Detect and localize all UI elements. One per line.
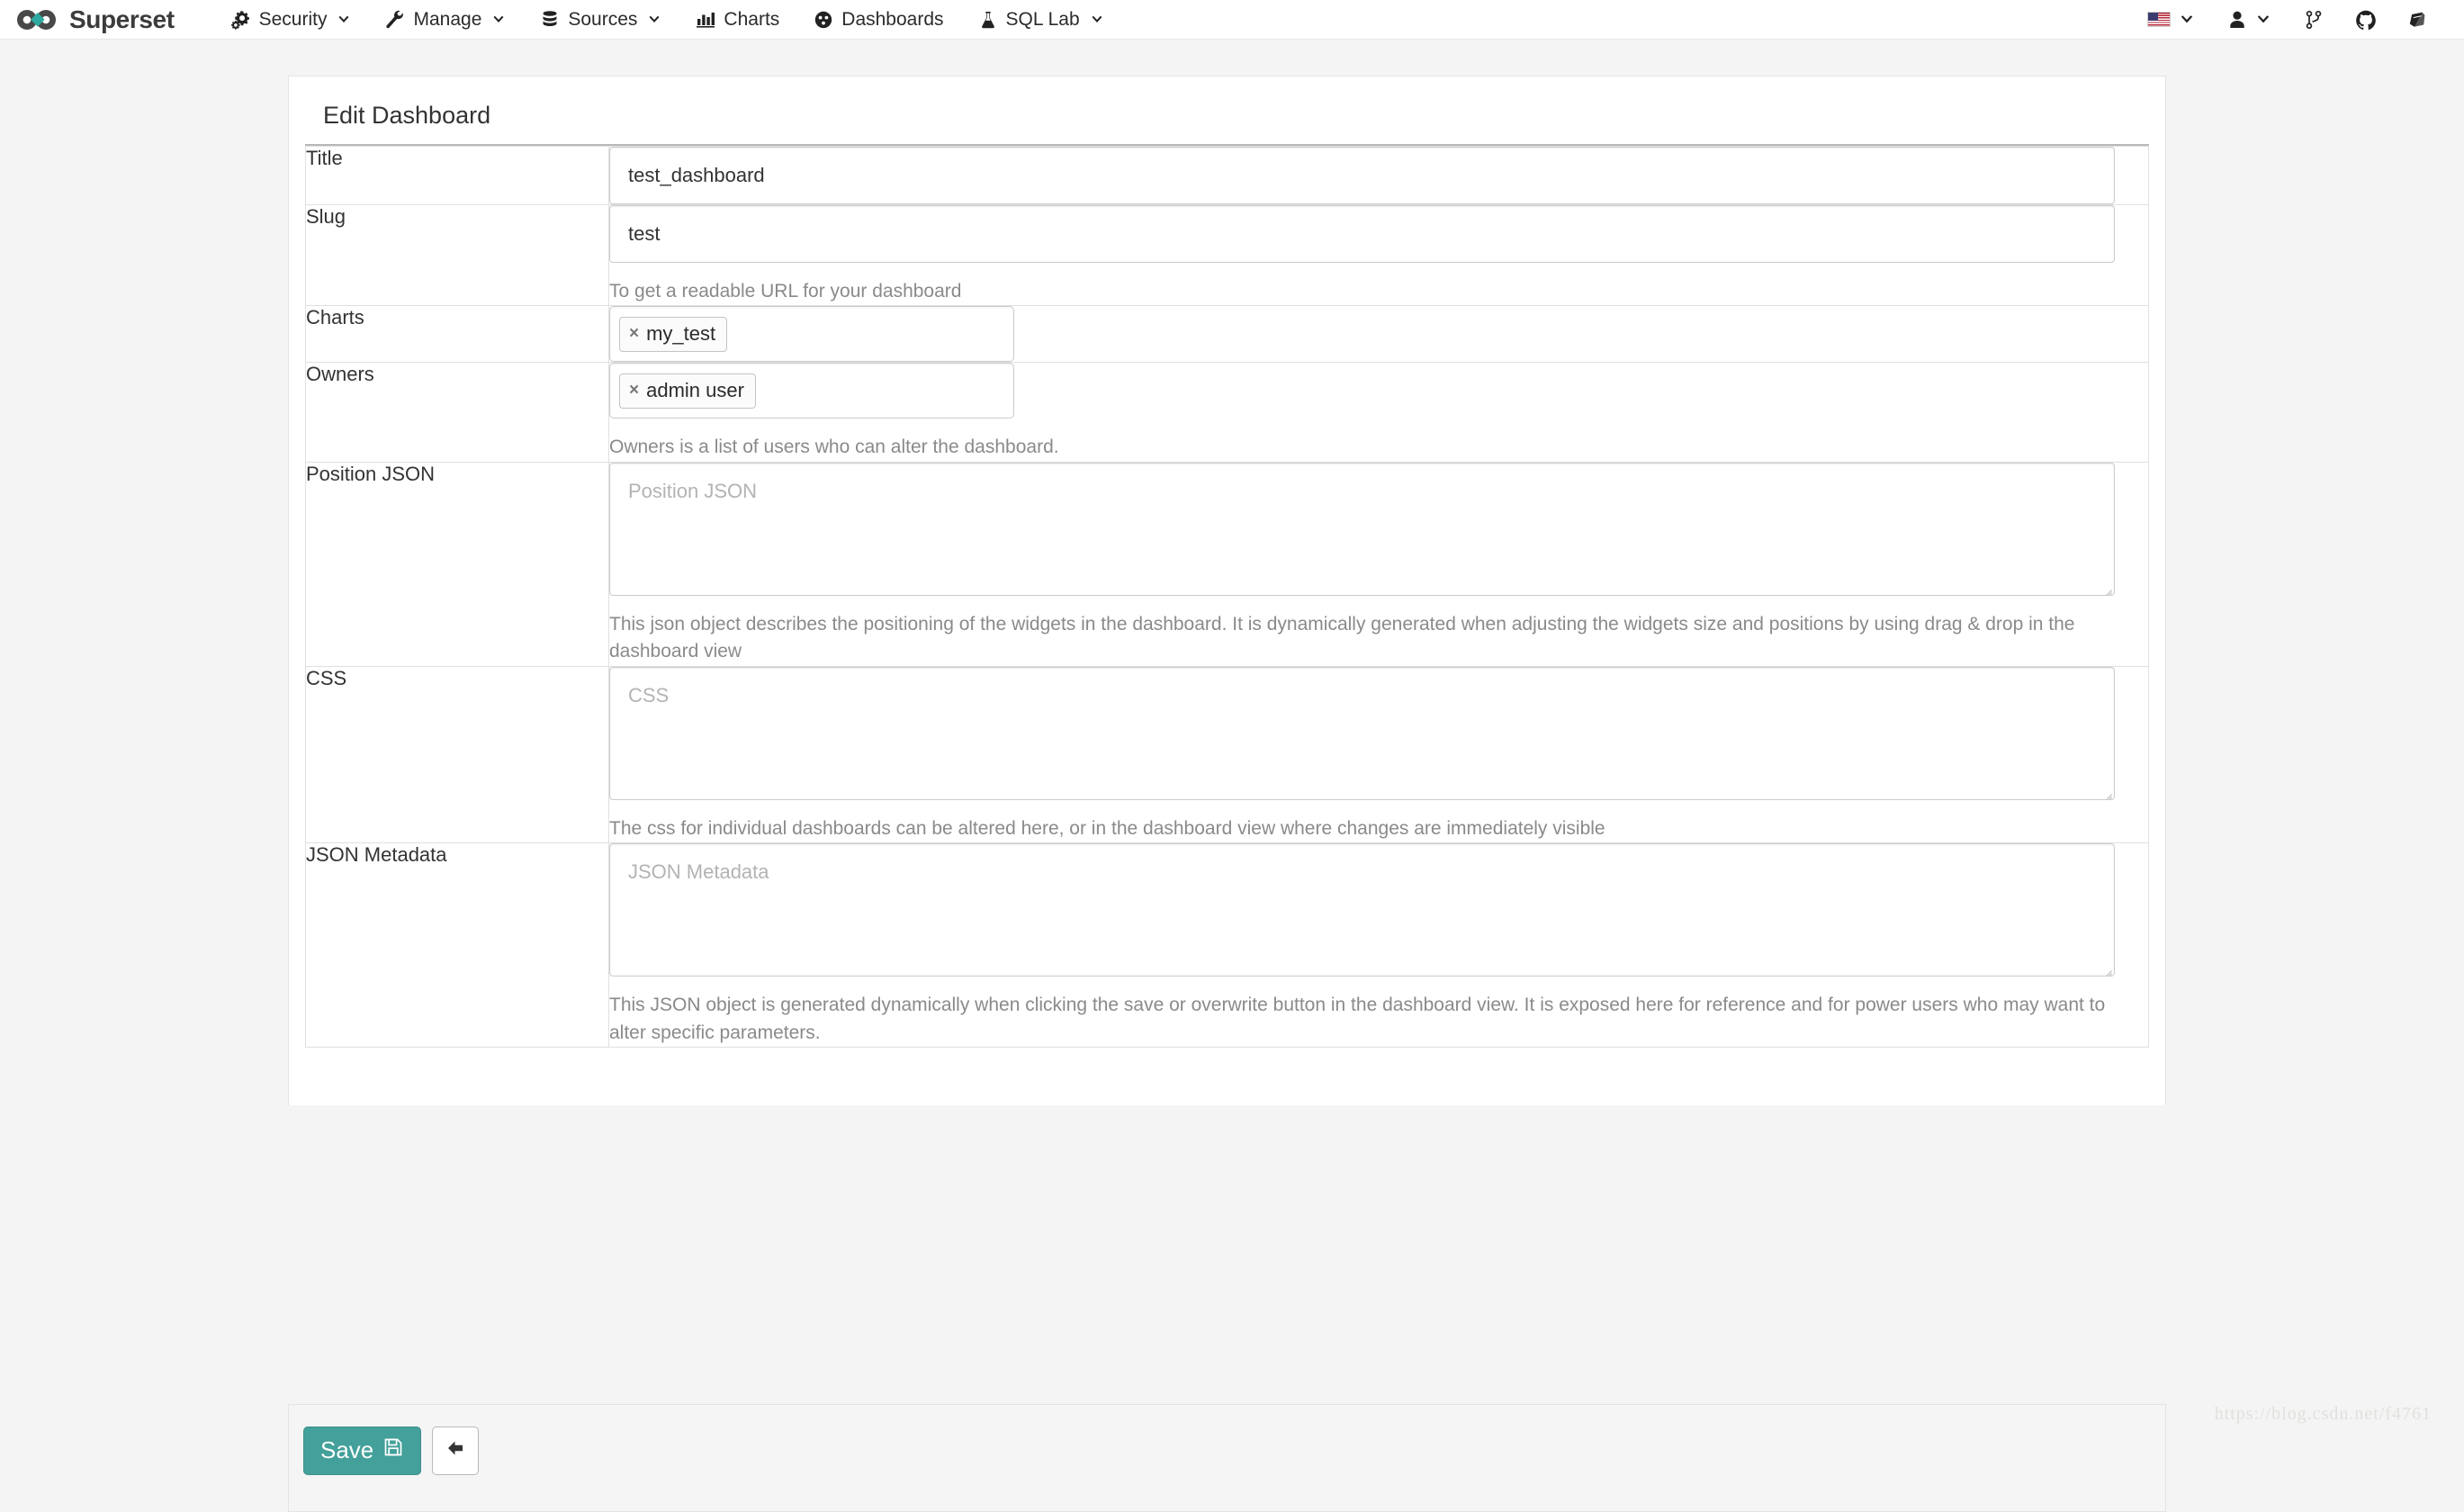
github-icon [2356, 10, 2376, 30]
chevron-down-icon [337, 13, 351, 27]
slug-help-text: To get a readable URL for your dashboard [609, 281, 962, 302]
form-label-css: CSS [305, 666, 609, 843]
nav-item-manage[interactable]: Manage [368, 0, 523, 40]
nav-item-sources[interactable]: Sources [523, 0, 679, 40]
top-navbar: Superset Security Manage Sources Charts … [0, 0, 2464, 40]
charts-select[interactable]: × my_test [609, 306, 1014, 363]
nav-item-security[interactable]: Security [214, 0, 369, 40]
chevron-down-icon [2179, 12, 2195, 28]
owners-help-text: Owners is a list of users who can alter … [609, 436, 1059, 458]
title-input[interactable] [609, 147, 2115, 204]
language-selector[interactable] [2131, 0, 2211, 40]
dashboard-icon [814, 10, 833, 30]
floppy-disk-icon [382, 1436, 404, 1463]
owners-token[interactable]: × admin user [619, 374, 756, 409]
css-placeholder: CSS [628, 683, 670, 706]
nav-item-label: Sources [568, 8, 638, 30]
form-row-css: CSS CSS The css for individual dashboard… [305, 666, 2149, 843]
remove-token-icon[interactable]: × [629, 325, 639, 342]
superset-infinity-logo-icon [16, 8, 58, 32]
back-button[interactable] [432, 1426, 480, 1475]
json-metadata-placeholder: JSON Metadata [628, 860, 769, 884]
form-label-title: Title [305, 146, 609, 205]
primary-nav: Security Manage Sources Charts Dashboard… [214, 0, 1121, 40]
flask-icon [978, 10, 998, 30]
save-button[interactable]: Save [303, 1426, 422, 1475]
form-row-owners: Owners × admin user Owners is a list of … [305, 362, 2149, 463]
form-row-charts: Charts × my_test [305, 305, 2149, 363]
charts-token[interactable]: × my_test [619, 317, 728, 352]
remove-token-icon[interactable]: × [629, 382, 639, 399]
form-actions-bar: Save [288, 1404, 2166, 1512]
form-row-slug: Slug To get a readable URL for your dash… [305, 204, 2149, 306]
watermark-text: https://blog.csdn.net/f4761 [2214, 1404, 2432, 1424]
arrow-left-icon [444, 1436, 467, 1466]
form-row-title: Title [305, 146, 2149, 205]
json-metadata-textarea[interactable]: JSON Metadata [609, 843, 2115, 977]
owners-token-label: admin user [646, 379, 744, 402]
nav-item-label: Dashboards [841, 8, 944, 30]
owners-select[interactable]: × admin user [609, 363, 1014, 419]
css-help-text: The css for individual dashboards can be… [609, 817, 1605, 839]
documentation-link[interactable] [2392, 0, 2444, 40]
position-json-textarea[interactable]: Position JSON [609, 462, 2115, 596]
git-branch-icon [2304, 10, 2324, 30]
form-label-slug: Slug [305, 204, 609, 306]
us-flag-icon [2147, 12, 2171, 27]
position-json-placeholder: Position JSON [628, 479, 758, 502]
json-metadata-help-text: This JSON object is generated dynamicall… [609, 994, 2106, 1043]
form-label-position-json: Position JSON [305, 462, 609, 667]
nav-item-label: Charts [724, 8, 780, 30]
position-json-help-text: This json object describes the positioni… [609, 613, 2075, 662]
version-branch-link[interactable] [2288, 0, 2340, 40]
user-icon [2227, 10, 2247, 30]
chevron-down-icon [491, 13, 506, 27]
nav-item-dashboards[interactable]: Dashboards [796, 0, 960, 40]
resize-handle-icon[interactable] [2100, 961, 2112, 974]
nav-item-label: SQL Lab [1005, 8, 1080, 30]
nav-item-label: Manage [413, 8, 482, 30]
brand-label: Superset [69, 4, 175, 33]
brand-home-link[interactable]: Superset [16, 5, 175, 34]
form-row-json-metadata: JSON Metadata JSON Metadata This JSON ob… [305, 842, 2149, 1048]
form-row-position-json: Position JSON Position JSON This json ob… [305, 462, 2149, 667]
nav-item-sql-lab[interactable]: SQL Lab [961, 0, 1121, 40]
wrench-icon [385, 10, 405, 30]
panel-spacer [289, 1048, 2165, 1106]
edit-dashboard-panel: Edit Dashboard Title Slug To get a reada… [288, 76, 2166, 1106]
slug-input[interactable] [609, 205, 2115, 263]
save-button-label: Save [320, 1436, 374, 1463]
form-label-owners: Owners [305, 362, 609, 463]
chevron-down-icon [1090, 13, 1104, 27]
resize-handle-icon[interactable] [2100, 785, 2112, 797]
edit-dashboard-form: Title Slug To get a readable URL for you… [305, 146, 2149, 1048]
bar-chart-icon [696, 10, 715, 30]
user-menu[interactable] [2211, 0, 2288, 40]
css-textarea[interactable]: CSS [609, 666, 2115, 800]
nav-item-label: Security [258, 8, 328, 30]
secondary-nav [2131, 0, 2464, 40]
nav-item-charts[interactable]: Charts [679, 0, 796, 40]
charts-token-label: my_test [646, 322, 716, 346]
book-icon [2408, 10, 2428, 30]
resize-handle-icon[interactable] [2100, 580, 2112, 593]
page-title: Edit Dashboard [305, 76, 2149, 146]
chevron-down-icon [647, 13, 661, 27]
gears-icon [230, 10, 251, 30]
form-label-json-metadata: JSON Metadata [305, 842, 609, 1048]
form-label-charts: Charts [305, 305, 609, 363]
chevron-down-icon [2255, 12, 2271, 28]
github-link[interactable] [2340, 0, 2392, 40]
database-icon [540, 10, 560, 30]
